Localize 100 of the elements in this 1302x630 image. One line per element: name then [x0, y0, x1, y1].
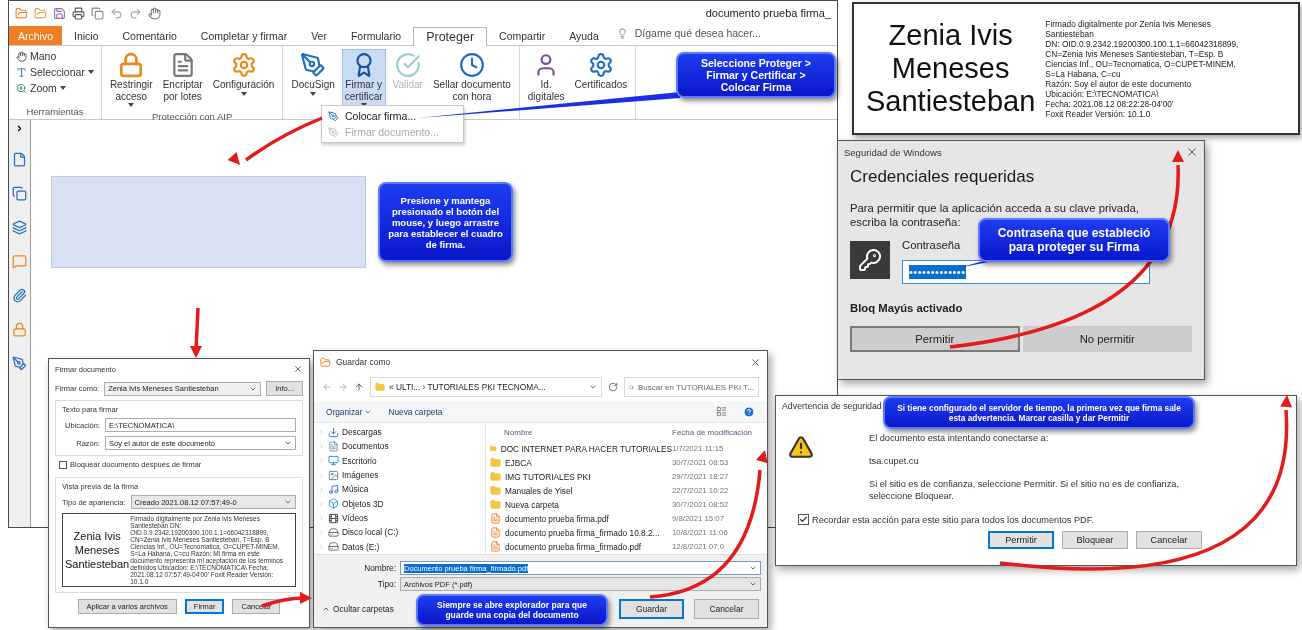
ribbon-tab[interactable]: Proteger [413, 27, 488, 46]
chevron-down-icon [284, 439, 292, 447]
chevron-down-icon [284, 498, 292, 506]
nav-item[interactable]: Imágenes [318, 468, 485, 483]
ribbon-button[interactable]: Encriptar por lotes [159, 49, 206, 109]
film-icon [328, 512, 339, 524]
dialog-button[interactable]: Permitir [988, 531, 1054, 549]
group-label: Protección con AIP [151, 110, 234, 124]
menu-item[interactable]: Colocar firma... [322, 108, 463, 124]
page-icon[interactable] [12, 152, 27, 167]
pages-icon[interactable] [12, 186, 27, 201]
padlock-icon[interactable] [12, 322, 27, 337]
host-name: tsa.cupet.cu [869, 455, 920, 467]
close-icon[interactable] [750, 356, 761, 368]
folder-icon [490, 499, 501, 511]
file-name[interactable]: EJBCA [490, 457, 672, 469]
view-icon[interactable] [716, 406, 727, 417]
window-title: documento prueba firma_ [705, 7, 831, 19]
file-name[interactable]: documento prueba firma.pdf [490, 513, 672, 525]
save-icon[interactable] [53, 6, 66, 20]
nav-item[interactable]: Datos (E:) [318, 539, 485, 554]
hide-folders-toggle[interactable]: Ocultar carpetas [322, 604, 394, 614]
text-cursor-icon [16, 66, 27, 78]
nav-item[interactable]: Vídeos [318, 510, 485, 526]
drive-icon [328, 541, 339, 553]
field-label: Nombre: [363, 563, 396, 573]
folder-icon [490, 471, 501, 483]
pen-icon[interactable] [12, 356, 27, 371]
tell-me-field[interactable]: Dígame qué desea hacer... [630, 24, 765, 42]
file-name[interactable]: Nueva carpeta [490, 499, 672, 511]
document-icon [328, 441, 339, 452]
ribbon-button[interactable]: Seleccionar [14, 65, 96, 79]
dialog-button[interactable]: Bloquear [1062, 531, 1128, 549]
dialog-button[interactable]: No permitir [1022, 326, 1192, 352]
callout: Presione y mantega presionado el botón del mouse, y luego arrastre para establecer el cuadro de firma. [378, 182, 513, 262]
nav-item[interactable]: Disco local (C:) [318, 525, 485, 540]
print-icon[interactable] [72, 6, 85, 20]
dialog-message: El documento esta intentando conectarse a: [869, 432, 1050, 444]
new-folder-button[interactable]: Nueva carpeta [388, 406, 443, 417]
file-name[interactable]: documento prueba firma_firmado 10.8.2... [490, 527, 672, 539]
dialog-title: Advertencia de seguridad [782, 401, 882, 411]
file-name[interactable]: DOC INTERNET PARA HACER TUTORIALES [490, 443, 672, 455]
ribbon-button[interactable]: Sellar documento con hora [429, 49, 514, 109]
close-icon[interactable] [293, 364, 303, 374]
file-name[interactable]: documento prueba firma_firmado.pdf [490, 541, 672, 553]
dialog-button[interactable]: Permitir [850, 326, 1020, 352]
nav-item[interactable]: Documentos [318, 439, 485, 454]
column-header[interactable]: Fecha de modificación [672, 428, 767, 439]
nav-item[interactable]: Descargas [318, 425, 485, 440]
pen-icon [328, 126, 339, 138]
refresh-icon[interactable] [608, 382, 618, 392]
paperclip-icon[interactable] [12, 288, 27, 303]
ribbon-button[interactable]: Zoom [14, 81, 96, 95]
signer-name: Zenia Ivis Meneses Santiesteban [866, 19, 1036, 118]
password-field[interactable]: ••••••••••••• [902, 260, 1150, 284]
folder-icon [490, 485, 501, 497]
nav-item[interactable]: Música [318, 482, 485, 497]
chevron-up-icon [322, 605, 330, 613]
image-icon [328, 469, 339, 481]
close-icon[interactable] [1186, 146, 1198, 158]
layers-icon[interactable] [12, 220, 27, 235]
help-icon[interactable] [743, 405, 755, 418]
address-bar[interactable]: « ULTI... › TUTORIALES PKI TECNOMA... [370, 377, 602, 397]
ribbon-button[interactable]: Mano [14, 49, 96, 63]
drive-icon [328, 526, 339, 538]
checkbox[interactable] [798, 514, 809, 525]
window-icon[interactable] [91, 6, 104, 20]
field-label: Tipo: [376, 579, 396, 589]
ribbon-button[interactable]: Certificados [571, 49, 631, 109]
column-header[interactable]: Nombre [504, 428, 672, 439]
ribbon-button[interactable]: Configuración [209, 49, 278, 109]
up-arrow-icon[interactable] [354, 382, 364, 392]
dialog-button[interactable]: Cancelar [1136, 531, 1202, 549]
nav-item[interactable]: Objetos 3D [318, 496, 485, 511]
ribbon-button[interactable]: DocuSign [288, 49, 338, 109]
document-icon [490, 527, 501, 539]
dialog-message: Si el sitio es de confianza, seleccione Permitir. Si el sitio no es de confianza, seleccione Bloquear. [869, 478, 1180, 502]
checkbox[interactable] [59, 460, 67, 469]
folder-icon [490, 457, 501, 469]
dialog-button[interactable]: Guardar [619, 599, 684, 619]
signature-details: Firmado digitalmente por Zenia Ivis Meneses Santiesteban DN: OID.0.9.2342.19200300.100.1.1=66042318899, CN=Zenia Ivis Meneses Santiesteban, T=Esp. B Ciencias Inf., OU=Tecnomatica, O=CUPET-MINEM, S=La Habana, C=cu Razón: Soy el autor de este documento Ubicación: E:\TECNOMATICA\ Fecha: 2021.08.12 08:22:28-04'00' Foxit Reader Versión: 10.1.0 [1045, 18, 1239, 119]
dialog-button[interactable]: Cancelar [694, 599, 759, 619]
file-name[interactable]: IMG TUTORIALES PKI [490, 471, 672, 483]
search-field[interactable]: Buscar en TUTORIALES PKI T... [624, 377, 759, 397]
curved-arrow [190, 307, 202, 358]
organize-menu[interactable]: Organizar [326, 406, 373, 417]
callout: Contraseña que estableció para proteger su Firma [978, 218, 1170, 262]
check-icon [394, 52, 421, 78]
hand-icon [16, 50, 27, 62]
document-icon [490, 541, 501, 553]
ribbon-button[interactable]: Restringir acceso [106, 49, 156, 110]
dialog-title: Seguridad de Windows [844, 146, 942, 158]
expand-icon[interactable] [15, 124, 24, 133]
ribbon-button[interactable]: Id. digitales [524, 49, 568, 109]
dialog-heading: Credenciales requeridas [850, 167, 1036, 187]
hand-icon[interactable] [148, 6, 161, 20]
callout: Siempre se abre explorador para que guarde una copia del documento [416, 594, 608, 626]
file-name[interactable]: Manuales de Yisel [490, 485, 672, 497]
nav-item[interactable]: Escritorio [318, 453, 485, 468]
app-logo-icon [15, 6, 28, 20]
